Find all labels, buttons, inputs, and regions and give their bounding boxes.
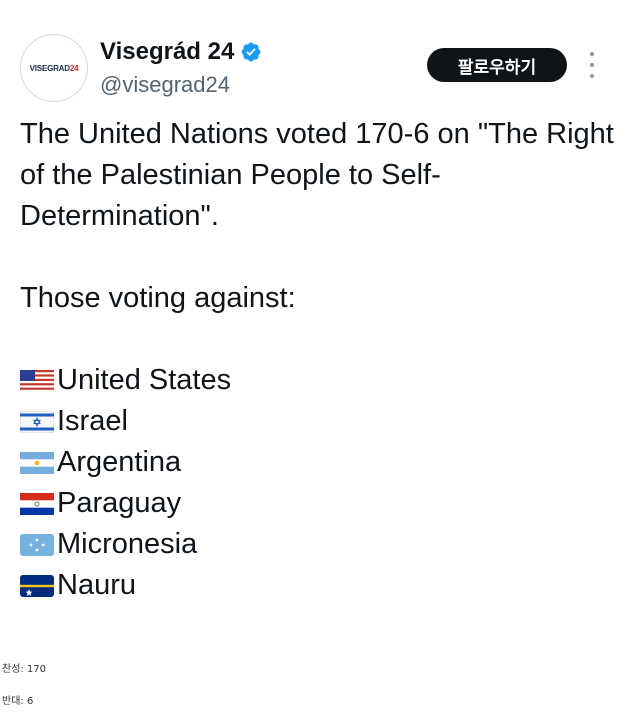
vote-for-count: 찬성: 170 [2, 664, 47, 675]
display-name[interactable]: Visegrád 24 [100, 38, 234, 66]
micronesia-flag-icon [20, 533, 54, 556]
tweet-text: The United Nations voted 170-6 on "The R… [20, 114, 620, 606]
tweet-paragraph-2: Those voting against: [20, 282, 296, 314]
country-item: Nauru [20, 565, 620, 606]
country-item: Micronesia [20, 524, 620, 565]
country-name: Israel [57, 405, 128, 437]
us-flag-icon [20, 369, 54, 392]
name-row: Visegrád 24 [100, 38, 262, 66]
country-name: Nauru [57, 569, 136, 601]
more-dots-icon[interactable] [584, 52, 600, 78]
argentina-flag-icon [20, 451, 54, 474]
country-item: Argentina [20, 442, 620, 483]
country-item: Israel [20, 401, 620, 442]
paraguay-flag-icon [20, 492, 54, 515]
nauru-flag-icon [20, 574, 54, 597]
vote-against-count: 반대: 6 [2, 696, 34, 707]
handle[interactable]: @visegrad24 [100, 72, 230, 98]
country-name: Argentina [57, 446, 182, 478]
country-item: Paraguay [20, 483, 620, 524]
avatar[interactable]: VISEGRAD24 [20, 34, 88, 102]
country-item: United States [20, 360, 620, 401]
avatar-logo: VISEGRAD24 [29, 63, 79, 73]
country-name: Paraguay [57, 487, 182, 519]
follow-button[interactable]: 팔로우하기 [427, 48, 567, 82]
verified-badge-icon [241, 42, 261, 62]
israel-flag-icon [20, 410, 54, 433]
country-name: United States [57, 364, 232, 396]
tweet-paragraph-1: The United Nations voted 170-6 on "The R… [20, 118, 614, 232]
country-name: Micronesia [57, 528, 198, 560]
